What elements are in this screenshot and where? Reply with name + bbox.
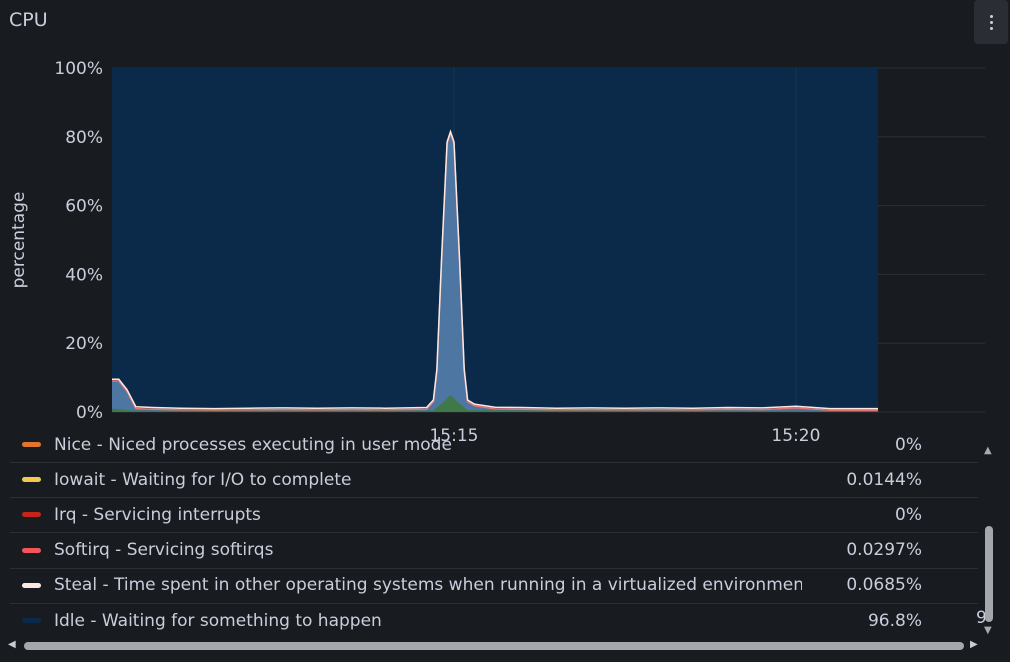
y-tick-label: 100% <box>54 59 103 79</box>
legend-row[interactable]: Iowait - Waiting for I/O to complete 0.01… <box>10 462 978 499</box>
vertical-scroll-thumb[interactable] <box>985 526 993 622</box>
y-tick-label: 80% <box>65 128 103 148</box>
series-label[interactable]: Irq - Servicing interrupts <box>54 505 802 525</box>
series-value: 0% <box>895 504 922 525</box>
scroll-up-arrow-icon[interactable]: ▲ <box>984 446 992 456</box>
y-tick-label: 20% <box>65 334 103 354</box>
scroll-right-arrow-icon[interactable]: ▶ <box>970 640 978 650</box>
legend-vertical-scrollbar[interactable]: ▲ ▼ <box>982 446 996 638</box>
series-label[interactable]: Nice - Niced processes executing in user… <box>54 435 802 455</box>
legend-row[interactable]: Irq - Servicing interrupts 0% <box>10 497 978 534</box>
series-value: 0.0144% <box>846 469 922 490</box>
panel-title: CPU <box>9 9 48 31</box>
series-color-swatch <box>22 442 41 447</box>
scroll-down-arrow-icon[interactable]: ▼ <box>984 626 992 636</box>
series-color-swatch <box>22 618 41 623</box>
legend-row[interactable]: Idle - Waiting for something to happen 96… <box>10 603 978 638</box>
y-tick-label: 40% <box>65 265 103 285</box>
cpu-chart[interactable]: 0%20%40%60%80%100%15:15 15:20percentage <box>0 50 1010 450</box>
series-color-swatch <box>22 582 41 588</box>
series-color-swatch <box>22 512 41 518</box>
horizontal-scroll-thumb[interactable] <box>24 642 964 650</box>
series-value: 96.8% <box>867 610 922 631</box>
series-idle-area <box>112 68 878 412</box>
series-label[interactable]: Steal - Time spent in other operating sy… <box>54 575 802 595</box>
series-label[interactable]: Softirq - Servicing softirqs <box>54 540 802 560</box>
series-color-swatch <box>22 477 41 483</box>
series-label[interactable]: Iowait - Waiting for I/O to complete <box>54 470 802 490</box>
y-axis-label: percentage <box>9 192 29 289</box>
y-tick-label: 0% <box>76 403 103 423</box>
panel-menu-button[interactable] <box>974 0 1008 44</box>
legend-horizontal-scrollbar[interactable]: ◀ ▶ <box>8 638 982 654</box>
legend-row[interactable]: Nice - Niced processes executing in user… <box>10 430 978 463</box>
series-value: 0% <box>895 434 922 455</box>
y-tick-label: 60% <box>65 197 103 217</box>
series-value: 0.0297% <box>846 540 922 561</box>
legend-table: Nice - Niced processes executing in user… <box>10 430 980 638</box>
kebab-menu-icon <box>989 14 993 30</box>
scroll-left-arrow-icon[interactable]: ◀ <box>8 640 16 650</box>
legend-row[interactable]: Steal - Time spent in other operating sy… <box>10 568 978 604</box>
legend-row[interactable]: Softirq - Servicing softirqs 0.0297% <box>10 533 978 569</box>
series-color-swatch <box>22 547 41 553</box>
series-value: 0.0685% <box>846 575 922 596</box>
series-label[interactable]: Idle - Waiting for something to happen <box>54 611 802 631</box>
